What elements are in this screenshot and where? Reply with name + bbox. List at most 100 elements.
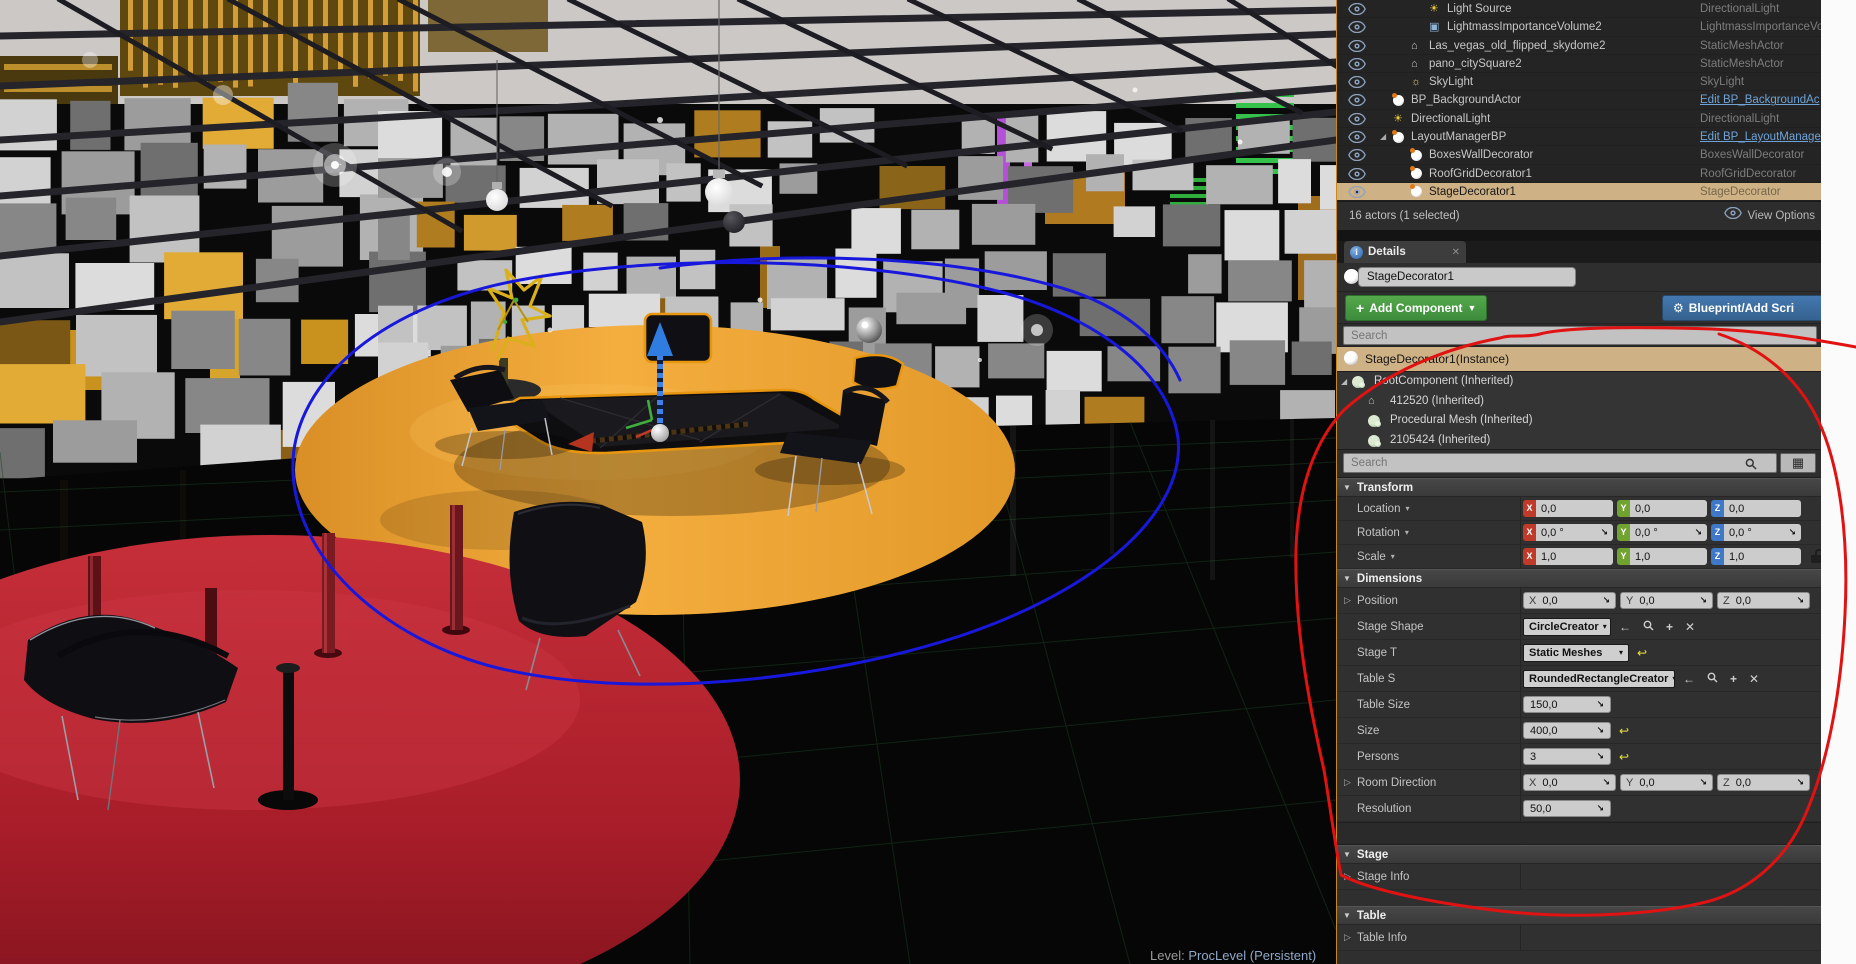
viewport-scene[interactable]: [0, 0, 1336, 964]
outliner-row[interactable]: BP_BackgroundActorEdit BP_BackgroundAc: [1337, 91, 1821, 109]
component-row[interactable]: ⌂412520 (Inherited): [1337, 392, 1821, 412]
drag-handle-icon[interactable]: ↘: [1699, 595, 1707, 606]
visibility-eye-icon[interactable]: [1348, 94, 1366, 106]
rotation-y-field[interactable]: 0,0 °↘: [1630, 524, 1707, 541]
close-icon[interactable]: ✕: [1452, 247, 1460, 258]
room-direction-z-field[interactable]: Z0,0↘: [1717, 774, 1810, 791]
use-selected-icon[interactable]: ←: [1679, 672, 1699, 686]
scale-z-field[interactable]: 1,0: [1724, 548, 1801, 565]
rotation-x-field[interactable]: 0,0 °↘: [1536, 524, 1613, 541]
drag-handle-icon[interactable]: ↘: [1596, 803, 1604, 814]
section-transform[interactable]: ▼ Transform: [1337, 478, 1821, 497]
room-direction-x-field[interactable]: X0,0↘: [1523, 774, 1616, 791]
browse-icon[interactable]: [1703, 672, 1722, 686]
table-s-dropdown[interactable]: RoundedRectangleCreator▾: [1523, 670, 1675, 688]
outliner-row[interactable]: ☼SkyLightSkyLight: [1337, 73, 1821, 91]
expander-icon[interactable]: ◢: [1341, 372, 1347, 392]
drag-handle-icon[interactable]: ↘: [1600, 527, 1608, 538]
drag-handle-icon[interactable]: ↘: [1596, 751, 1604, 762]
property-search-input[interactable]: [1343, 453, 1777, 473]
blueprint-add-script-button[interactable]: ⚙ Blueprint/Add Scri: [1662, 295, 1821, 321]
stage-t-dropdown[interactable]: Static Meshes▾: [1523, 644, 1629, 662]
expand-arrow-icon[interactable]: ▷: [1344, 932, 1351, 943]
outliner-row[interactable]: ⌂Las_vegas_old_flipped_skydome2StaticMes…: [1337, 37, 1821, 55]
drag-handle-icon[interactable]: ↘: [1796, 595, 1804, 606]
actor-name-field[interactable]: [1358, 267, 1576, 287]
visibility-eye-icon[interactable]: [1348, 58, 1366, 70]
position-y-field[interactable]: Y0,0↘: [1620, 592, 1713, 609]
use-selected-icon[interactable]: ←: [1615, 620, 1635, 634]
drag-handle-icon[interactable]: ↘: [1694, 527, 1702, 538]
outliner-row[interactable]: RoofGridDecorator1RoofGridDecorator: [1337, 165, 1821, 183]
chevron-down-icon[interactable]: ▾: [1405, 528, 1409, 537]
edit-blueprint-link[interactable]: Edit BP_BackgroundAc: [1700, 91, 1820, 109]
position-z-field[interactable]: Z0,0↘: [1717, 592, 1810, 609]
reset-to-default-icon[interactable]: ↩: [1615, 750, 1629, 764]
drag-handle-icon[interactable]: ↘: [1788, 527, 1796, 538]
location-x-field[interactable]: 0,0: [1536, 500, 1613, 517]
expand-arrow-icon[interactable]: ▷: [1344, 777, 1351, 788]
component-row[interactable]: Procedural Mesh (Inherited): [1337, 411, 1821, 431]
chevron-down-icon[interactable]: ▾: [1405, 504, 1409, 513]
table-size-field[interactable]: 150,0↘: [1523, 696, 1611, 713]
reset-to-default-icon[interactable]: ↩: [1615, 724, 1629, 738]
persons-field[interactable]: 3↘: [1523, 748, 1611, 765]
drag-handle-icon[interactable]: ↘: [1602, 777, 1610, 788]
component-row[interactable]: ◢RootComponent (Inherited): [1337, 372, 1821, 392]
size-field[interactable]: 400,0↘: [1523, 722, 1611, 739]
drag-handle-icon[interactable]: ↘: [1796, 777, 1804, 788]
clear-icon[interactable]: ✕: [1745, 672, 1763, 686]
visibility-eye-icon[interactable]: [1348, 113, 1366, 125]
outliner-row[interactable]: BoxesWallDecoratorBoxesWallDecorator: [1337, 146, 1821, 164]
add-icon[interactable]: +: [1726, 672, 1741, 686]
unlock-icon[interactable]: [1811, 555, 1821, 563]
outliner-row[interactable]: StageDecorator1StageDecorator: [1337, 183, 1821, 201]
section-dimensions[interactable]: ▼ Dimensions: [1337, 569, 1821, 588]
component-search-input[interactable]: [1343, 326, 1817, 345]
visibility-eye-icon[interactable]: [1348, 131, 1366, 143]
visibility-eye-icon[interactable]: [1348, 149, 1366, 161]
visibility-eye-icon[interactable]: [1348, 186, 1366, 198]
outliner-row[interactable]: ◢LayoutManagerBPEdit BP_LayoutManage: [1337, 128, 1821, 146]
section-table[interactable]: ▼ Table: [1337, 906, 1821, 925]
visibility-eye-icon[interactable]: [1348, 3, 1366, 15]
scale-y-field[interactable]: 1,0: [1630, 548, 1707, 565]
position-x-field[interactable]: X0,0↘: [1523, 592, 1616, 609]
visibility-eye-icon[interactable]: [1348, 40, 1366, 52]
location-z-field[interactable]: 0,0: [1724, 500, 1801, 517]
outliner-row[interactable]: ⌂pano_citySquare2StaticMeshActor: [1337, 55, 1821, 73]
expander-icon[interactable]: ◢: [1380, 128, 1386, 146]
room-direction-y-field[interactable]: Y0,0↘: [1620, 774, 1713, 791]
component-row[interactable]: 2105424 (Inherited): [1337, 431, 1821, 451]
stage-shape-dropdown[interactable]: CircleCreator▾: [1523, 618, 1611, 636]
clear-icon[interactable]: ✕: [1681, 620, 1699, 634]
tab-details[interactable]: i Details ✕: [1344, 241, 1466, 263]
rotation-z-field[interactable]: 0,0 °↘: [1724, 524, 1801, 541]
drag-handle-icon[interactable]: ↘: [1699, 777, 1707, 788]
scale-x-field[interactable]: 1,0: [1536, 548, 1613, 565]
visibility-eye-icon[interactable]: [1348, 168, 1366, 180]
section-stage[interactable]: ▼ Stage: [1337, 845, 1821, 864]
chevron-down-icon[interactable]: ▾: [1391, 552, 1395, 561]
grid-view-button[interactable]: ▦: [1780, 453, 1816, 473]
3d-viewport[interactable]: Level: ProcLevel (Persistent): [0, 0, 1339, 964]
expand-arrow-icon[interactable]: ▷: [1344, 871, 1351, 882]
resolution-field[interactable]: 50,0↘: [1523, 800, 1611, 817]
browse-icon[interactable]: [1639, 620, 1658, 634]
visibility-eye-icon[interactable]: [1348, 21, 1366, 33]
edit-blueprint-link[interactable]: Edit BP_LayoutManage: [1700, 128, 1821, 146]
location-y-field[interactable]: 0,0: [1630, 500, 1707, 517]
outliner-row[interactable]: ☀Light SourceDirectionalLight: [1337, 0, 1821, 18]
add-component-button[interactable]: + Add Component ▼: [1345, 295, 1487, 321]
view-options-button[interactable]: View Options: [1724, 202, 1815, 230]
instance-row[interactable]: StageDecorator1(Instance): [1337, 347, 1821, 372]
drag-handle-icon[interactable]: ↘: [1602, 595, 1610, 606]
outliner-row[interactable]: ☀DirectionalLightDirectionalLight: [1337, 110, 1821, 128]
expand-arrow-icon[interactable]: ▷: [1344, 595, 1351, 606]
outliner-row[interactable]: ▣LightmassImportanceVolume2LightmassImpo…: [1337, 18, 1821, 36]
drag-handle-icon[interactable]: ↘: [1596, 725, 1604, 736]
reset-to-default-icon[interactable]: ↩: [1633, 646, 1647, 660]
visibility-eye-icon[interactable]: [1348, 76, 1366, 88]
add-icon[interactable]: +: [1662, 620, 1677, 634]
drag-handle-icon[interactable]: ↘: [1596, 699, 1604, 710]
